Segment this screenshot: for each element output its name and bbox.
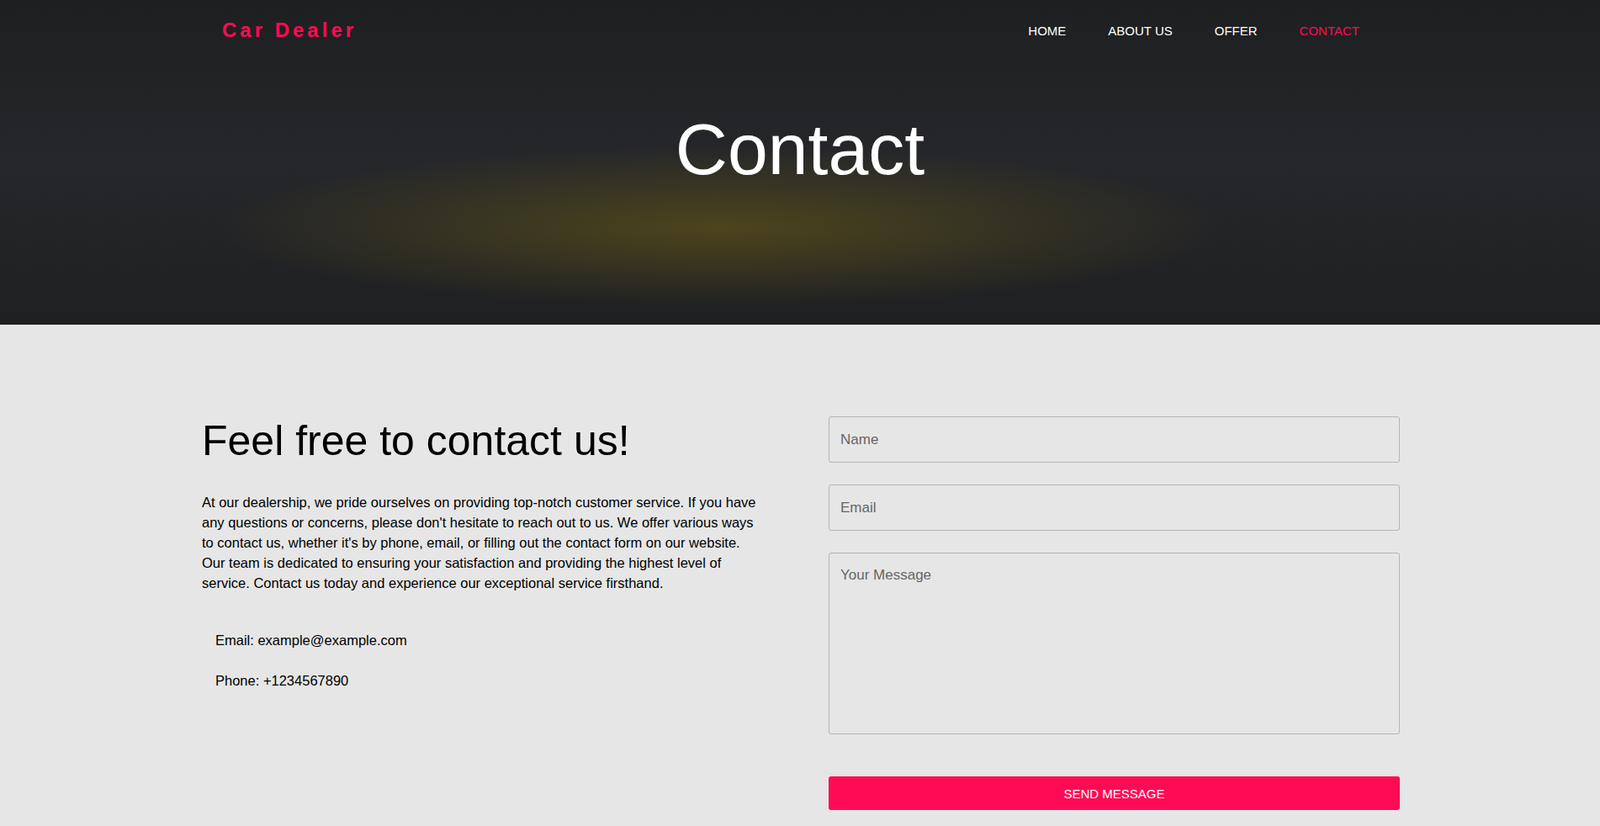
- name-input[interactable]: [828, 416, 1400, 463]
- page-title: Contact: [0, 43, 1600, 325]
- send-button[interactable]: SEND MESSAGE: [828, 776, 1400, 811]
- message-input[interactable]: [828, 552, 1400, 735]
- nav-item[interactable]: ABOUT US: [1107, 23, 1172, 38]
- nav-item[interactable]: OFFER: [1214, 23, 1258, 38]
- contact-text: At our dealership, we pride ourselves on…: [201, 492, 766, 594]
- hero-banner: Car Dealer HOME ABOUT US OFFER CONTACT Contac…: [0, 0, 1600, 325]
- contact-form: SEND MESSAGE: [828, 416, 1400, 811]
- nav-item[interactable]: CONTACT: [1299, 23, 1360, 38]
- navbar: Car Dealer HOME ABOUT US OFFER CONTACT: [0, 0, 1600, 44]
- contact-detail: Email: example@example.com: [201, 630, 766, 651]
- nav-item[interactable]: HOME: [1027, 23, 1066, 38]
- email-input[interactable]: [828, 484, 1400, 531]
- logo[interactable]: Car Dealer: [222, 18, 357, 43]
- contact-detail: Phone: +1234567890: [201, 670, 766, 691]
- contact-info: Feel free to contact us! At our dealershi…: [201, 416, 766, 811]
- contact-heading: Feel free to contact us!: [201, 416, 766, 466]
- contact-section: Feel free to contact us! At our dealershi…: [0, 324, 1600, 826]
- nav-menu: HOME ABOUT US OFFER CONTACT: [1027, 23, 1360, 38]
